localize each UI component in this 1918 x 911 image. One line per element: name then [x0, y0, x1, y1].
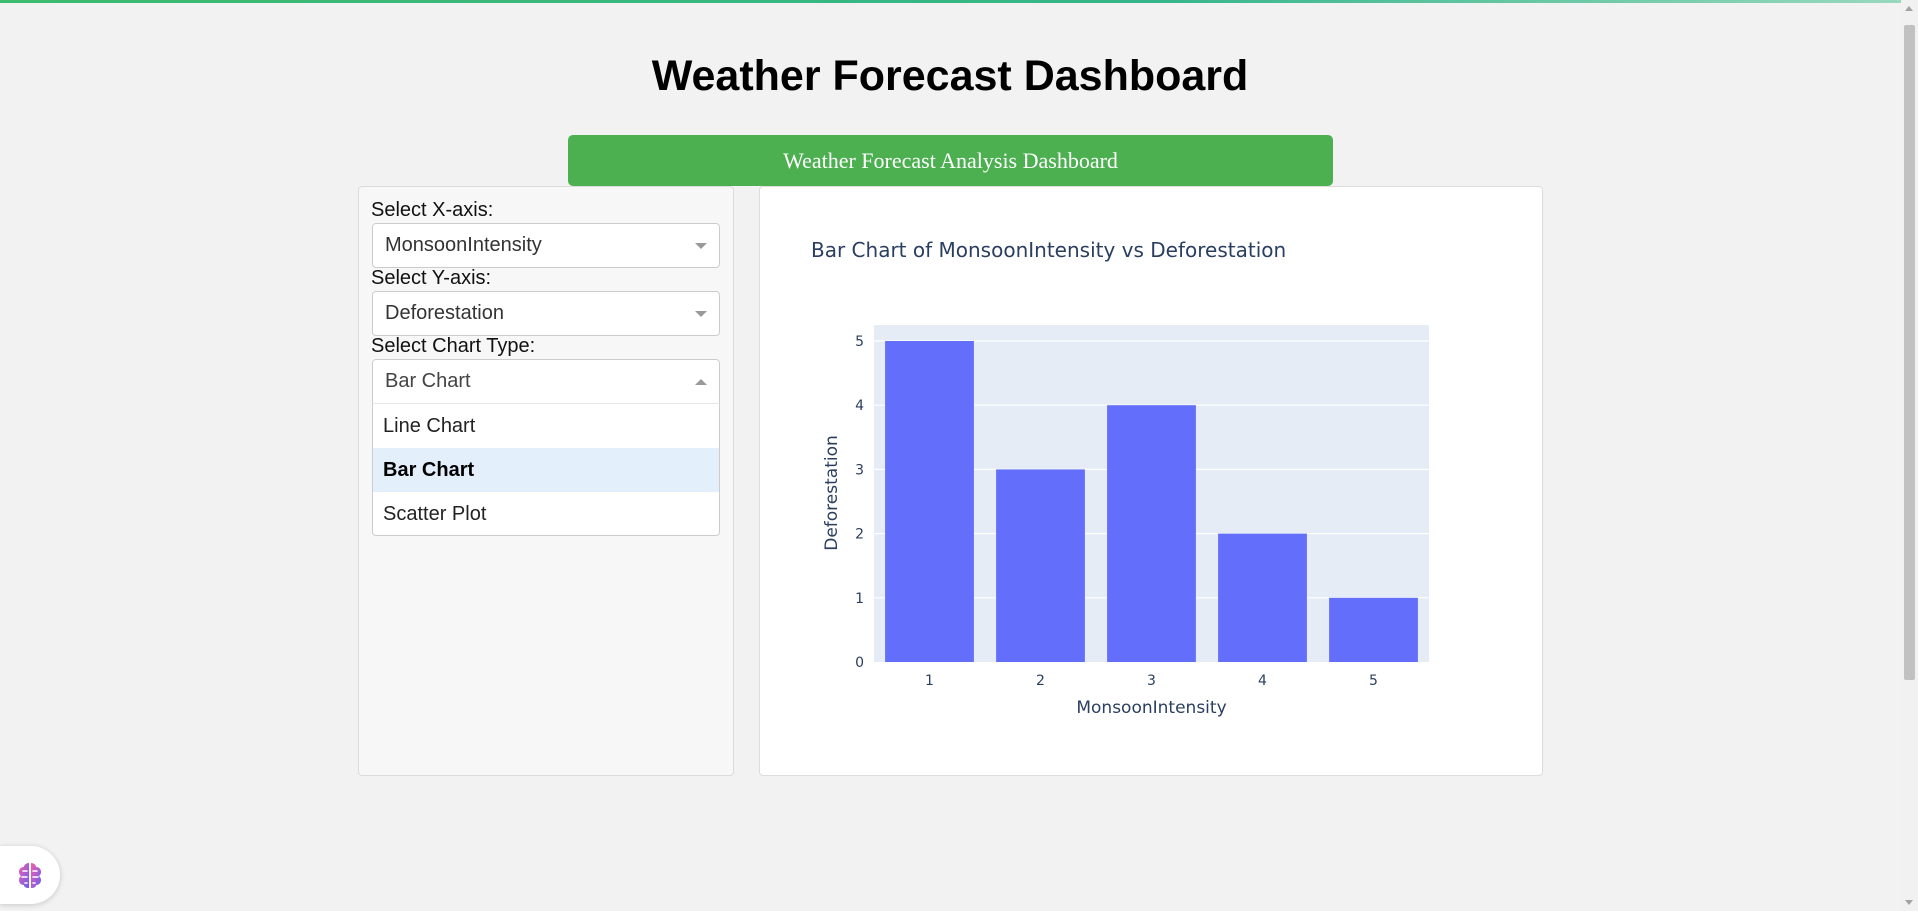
y-tick-label: 0 [855, 655, 864, 671]
brain-icon [19, 863, 41, 888]
x-tick-label: 2 [1036, 673, 1045, 689]
assistant-button[interactable] [0, 846, 60, 904]
y-tick-label: 3 [855, 462, 864, 478]
bar [1107, 405, 1196, 662]
scroll-down-arrow-icon[interactable] [1905, 900, 1913, 905]
chart-panel: 0 1 2 3 4 5 1 2 3 4 5 Bar Chart of MonsoonIntensity… [759, 186, 1543, 776]
scrollbar-thumb[interactable] [1904, 25, 1915, 680]
top-accent-bar [0, 0, 1918, 3]
x-tick-label: 3 [1147, 673, 1156, 689]
page-title: Weather Forecast Dashboard [651, 52, 1249, 100]
chevron-up-icon [695, 379, 707, 385]
scroll-up-arrow-icon[interactable] [1905, 6, 1913, 11]
chevron-down-icon [695, 243, 707, 249]
x-axis-value: MonsoonIntensity [385, 234, 542, 256]
bar [1218, 533, 1307, 662]
menu-option-scatter-plot[interactable]: Scatter Plot [373, 492, 719, 536]
chart-type-dropdown[interactable]: Bar Chart [372, 359, 720, 404]
chevron-down-icon [695, 311, 707, 317]
y-axis-label: Select Y-axis: [371, 267, 492, 289]
y-tick-label: 5 [855, 334, 864, 350]
chart-type-label: Select Chart Type: [371, 335, 536, 357]
y-axis-title: Deforestation [822, 435, 842, 551]
y-axis-value: Deforestation [385, 302, 504, 324]
y-tick-label: 4 [855, 398, 864, 414]
bar [885, 341, 974, 662]
bar-chart: 0 1 2 3 4 5 1 2 3 4 5 Bar Chart of MonsoonIntensity… [811, 238, 1429, 718]
menu-option-bar-chart[interactable]: Bar Chart [373, 448, 719, 492]
x-tick-label: 1 [925, 673, 934, 689]
y-tick-label: 2 [855, 527, 864, 543]
bar [1329, 597, 1418, 662]
x-axis-dropdown[interactable]: MonsoonIntensity [372, 223, 720, 268]
x-tick-label: 4 [1258, 673, 1267, 689]
y-tick-label: 1 [855, 591, 864, 607]
x-axis-label: Select X-axis: [371, 199, 494, 221]
x-axis-title: MonsoonIntensity [1076, 698, 1226, 718]
vertical-scrollbar[interactable] [1901, 0, 1918, 911]
dashboard-banner: Weather Forecast Analysis Dashboard [568, 135, 1333, 186]
chart-type-menu: Line Chart Bar Chart Scatter Plot [372, 403, 720, 536]
chart-title: Bar Chart of MonsoonIntensity vs Defores… [811, 238, 1286, 262]
x-tick-label: 5 [1369, 673, 1378, 689]
chart-type-value: Bar Chart [385, 370, 471, 392]
bar [996, 469, 1085, 662]
menu-option-line-chart[interactable]: Line Chart [373, 404, 719, 448]
y-axis-dropdown[interactable]: Deforestation [372, 291, 720, 336]
